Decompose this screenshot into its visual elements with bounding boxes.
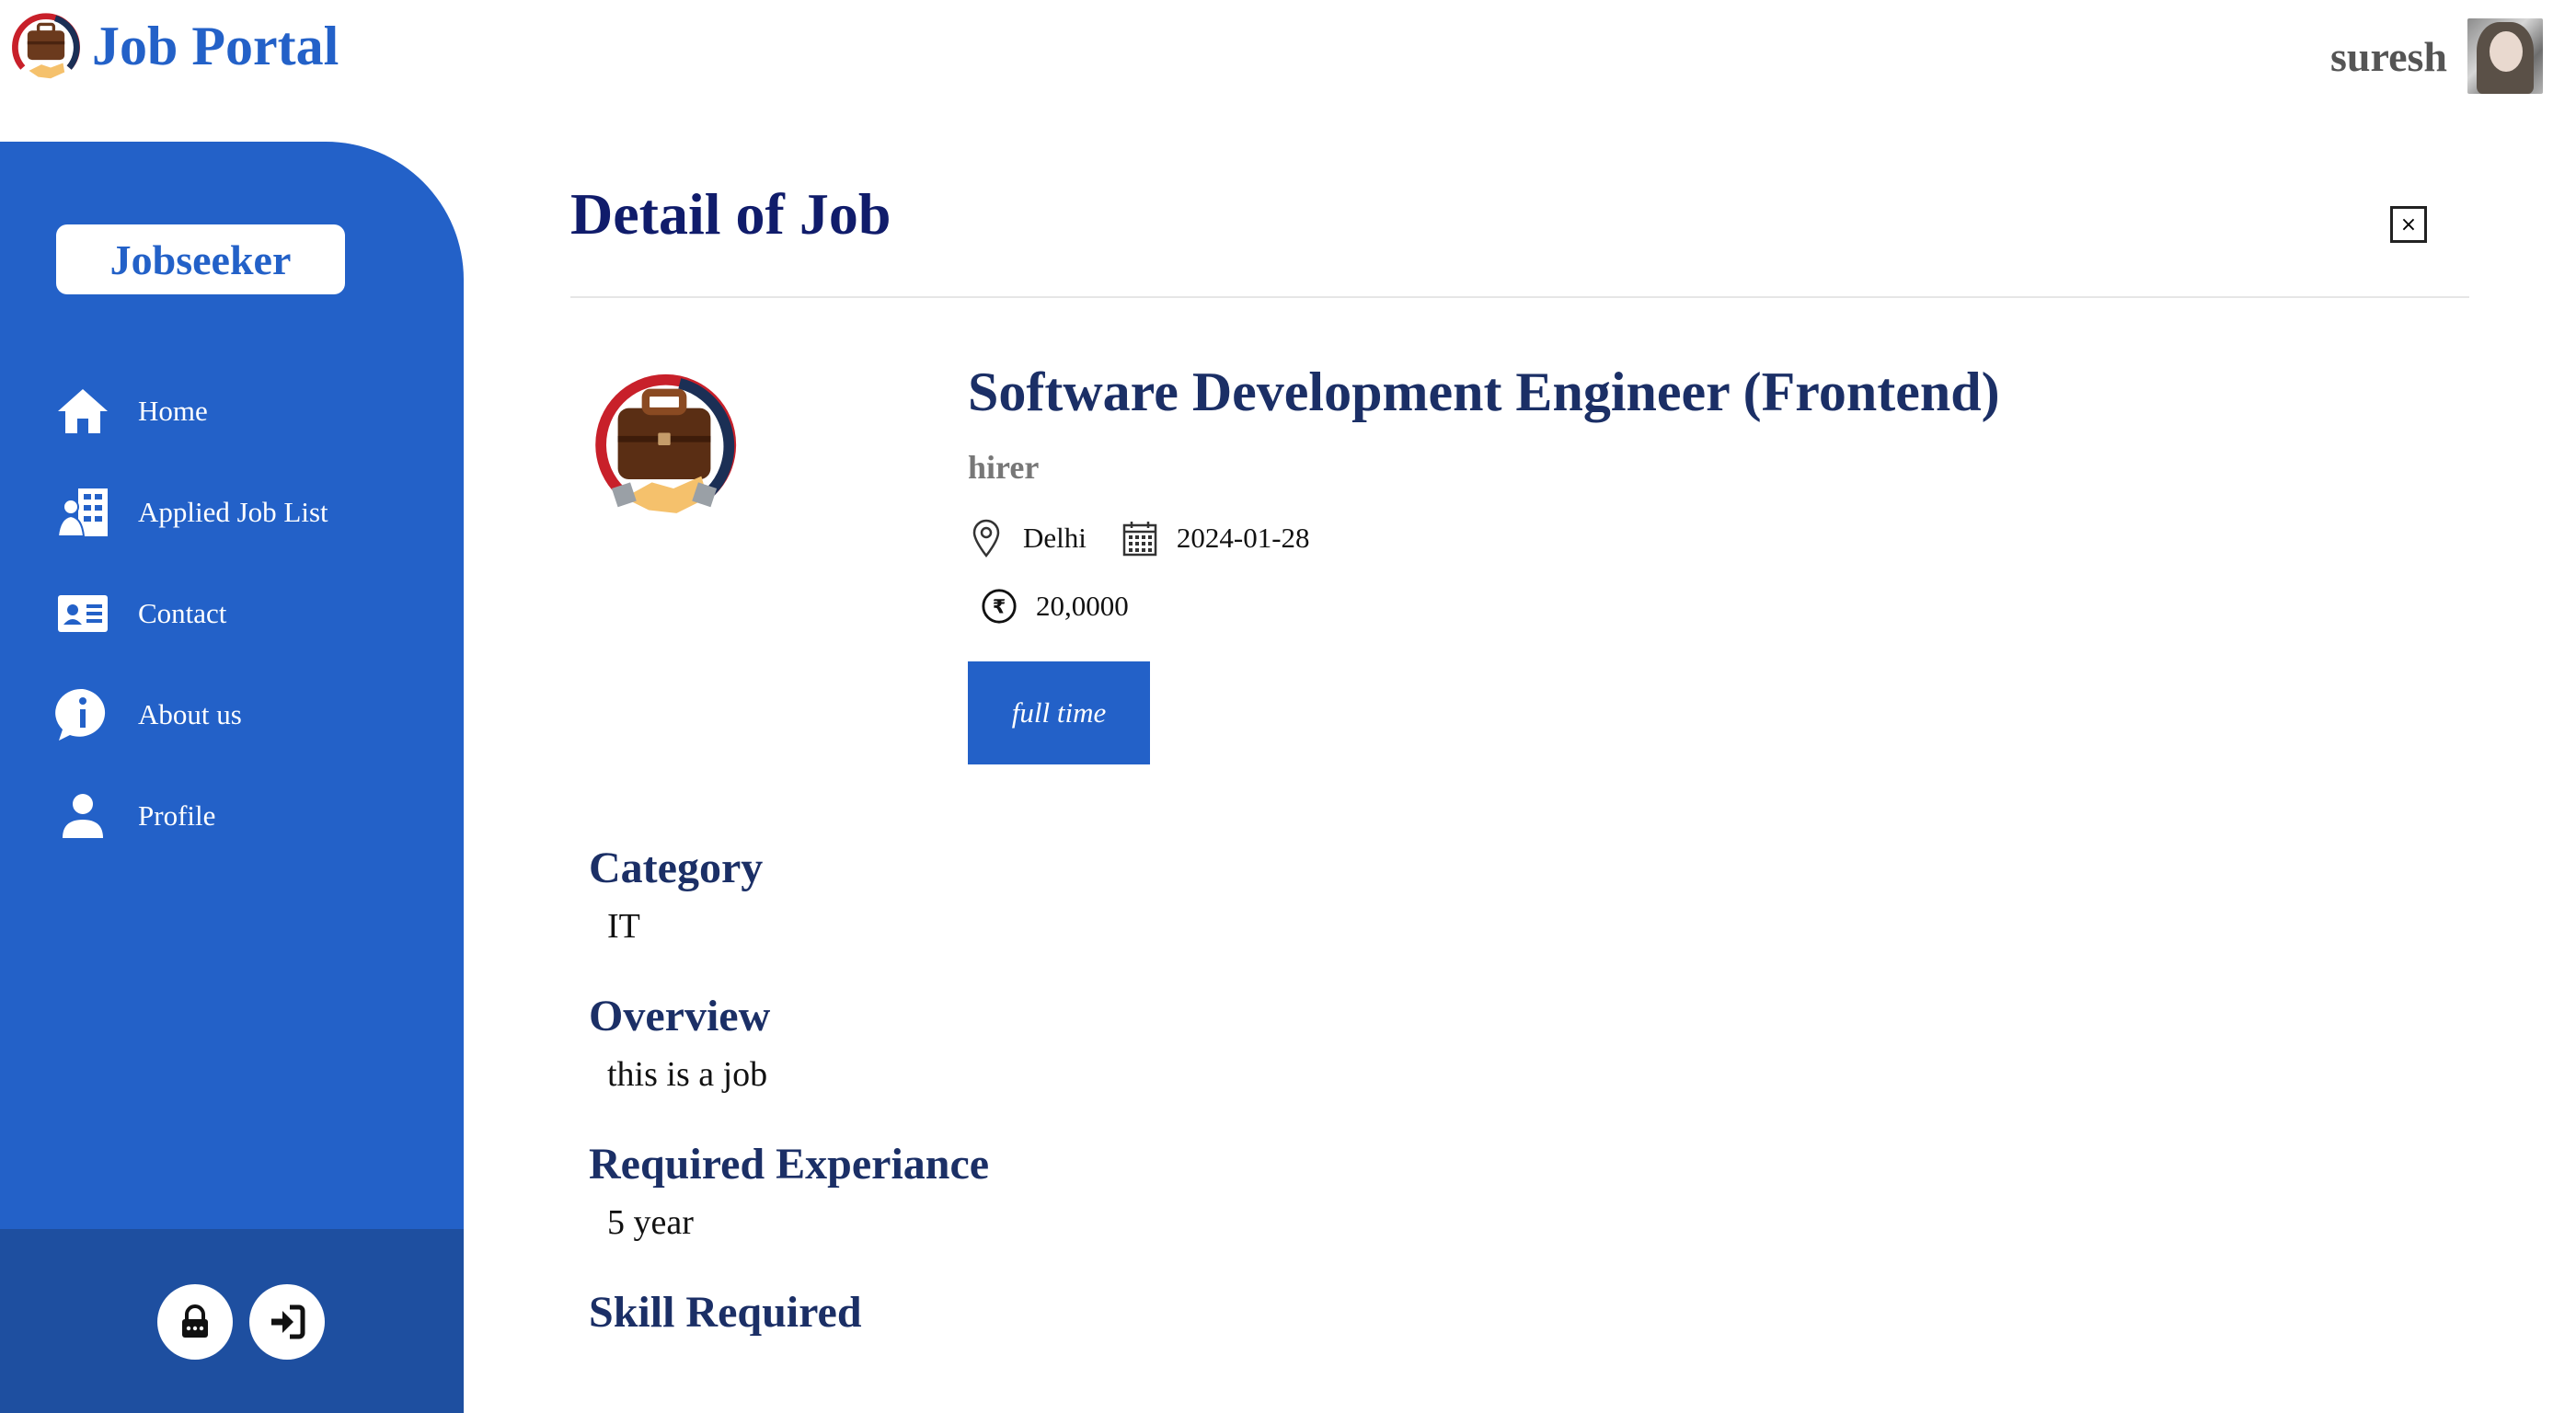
sidebar-footer bbox=[0, 1229, 464, 1413]
sidebar-item-about-us[interactable]: About us bbox=[55, 664, 328, 765]
section-title: Overview bbox=[589, 992, 771, 1040]
sidebar-nav: Home Applied Job List Contact About us P… bbox=[55, 361, 328, 867]
company-logo-icon bbox=[595, 373, 737, 513]
section-overview: Overview this is a job bbox=[589, 991, 989, 1095]
job-date: 2024-01-28 bbox=[1176, 522, 1310, 554]
applied-list-icon bbox=[55, 485, 110, 540]
section-category: Category IT bbox=[589, 843, 989, 947]
section-title: Skill Required bbox=[589, 1288, 862, 1337]
lock-icon bbox=[182, 1304, 208, 1338]
avatar-face bbox=[2490, 31, 2523, 72]
sidebar-item-label: Contact bbox=[138, 597, 227, 629]
home-icon bbox=[55, 384, 110, 439]
sidebar-item-applied-job-list[interactable]: Applied Job List bbox=[55, 462, 328, 563]
section-title: Required Experiance bbox=[589, 1140, 990, 1189]
sidebar-item-label: Applied Job List bbox=[138, 496, 328, 528]
job-meta-row: Delhi 2024-01-28 bbox=[968, 518, 2000, 558]
logout-button[interactable] bbox=[249, 1284, 325, 1360]
section-required-experience: Required Experiance 5 year bbox=[589, 1139, 989, 1243]
section-skill-required: Skill Required bbox=[589, 1287, 989, 1338]
job-portal-logo-icon bbox=[12, 13, 80, 79]
sidebar-item-label: Home bbox=[138, 395, 208, 427]
job-title: Software Development Engineer (Frontend) bbox=[968, 362, 2000, 422]
close-button[interactable]: × bbox=[2390, 206, 2427, 243]
sidebar-item-profile[interactable]: Profile bbox=[55, 765, 328, 867]
page-title: Detail of Job bbox=[570, 181, 891, 247]
top-header: Job Portal suresh bbox=[0, 0, 2576, 138]
job-details-sections: Category IT Overview this is a job Requi… bbox=[589, 843, 989, 1382]
user-menu[interactable]: suresh bbox=[2330, 18, 2543, 94]
brand[interactable]: Job Portal bbox=[7, 7, 339, 85]
section-value: this is a job bbox=[607, 1055, 768, 1094]
job-summary: Software Development Engineer (Frontend)… bbox=[968, 361, 2000, 764]
job-detail-panel: Detail of Job × Software Development Eng… bbox=[570, 180, 2469, 1337]
lock-button[interactable] bbox=[157, 1284, 233, 1360]
role-badge: Jobseeker bbox=[56, 224, 345, 294]
sidebar-item-home[interactable]: Home bbox=[55, 361, 328, 462]
job-salary-row: ₹ 20,0000 bbox=[981, 586, 2000, 626]
divider bbox=[570, 296, 2469, 298]
company-name: hirer bbox=[968, 449, 1040, 486]
calendar-icon bbox=[1121, 518, 1158, 558]
section-title: Category bbox=[589, 844, 764, 892]
sidebar-item-label: Profile bbox=[138, 799, 216, 832]
app-title: Job Portal bbox=[92, 16, 339, 76]
location-pin-icon bbox=[968, 518, 1005, 558]
user-name: suresh bbox=[2330, 32, 2447, 80]
user-icon bbox=[55, 788, 110, 844]
job-type-badge[interactable]: full time bbox=[968, 661, 1150, 764]
sidebar: Jobseeker Home Applied Job List Contact … bbox=[0, 142, 464, 1413]
contact-card-icon bbox=[55, 586, 110, 641]
info-icon bbox=[55, 687, 110, 742]
job-location: Delhi bbox=[1023, 522, 1087, 554]
section-value: IT bbox=[607, 907, 640, 946]
avatar[interactable] bbox=[2467, 18, 2543, 94]
rupee-icon: ₹ bbox=[981, 586, 1018, 626]
section-value: 5 year bbox=[607, 1203, 694, 1242]
svg-text:₹: ₹ bbox=[993, 596, 1006, 618]
logout-icon bbox=[271, 1304, 305, 1339]
sidebar-item-label: About us bbox=[138, 698, 242, 730]
job-salary: 20,0000 bbox=[1036, 590, 1129, 622]
sidebar-item-contact[interactable]: Contact bbox=[55, 563, 328, 664]
